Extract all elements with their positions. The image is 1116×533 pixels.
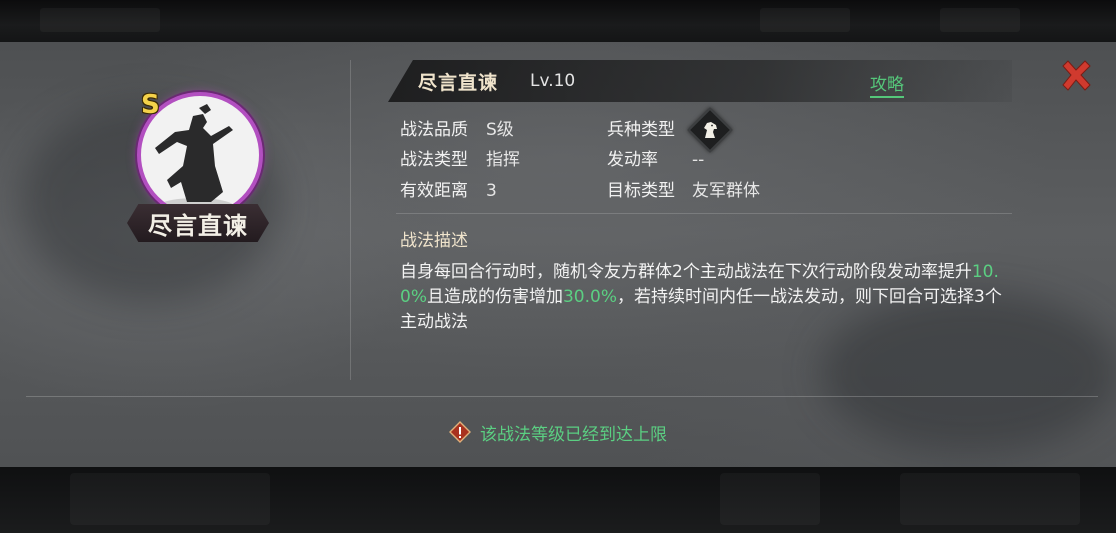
background-ghost-item: [900, 473, 1080, 525]
background-ghost-item: [40, 8, 160, 32]
range-label: 有效距离: [400, 181, 468, 201]
background-bottom-bar: [0, 467, 1116, 533]
type-label: 战法类型: [400, 150, 468, 170]
description-part-1: 自身每回合行动时，随机令友方群体2个主动战法在下次行动阶段发动率提升: [400, 262, 972, 282]
quality-value: S级: [486, 120, 514, 140]
section-divider: [396, 213, 1012, 214]
footer-divider: [26, 396, 1098, 397]
skill-detail-panel: S 尽言直谏 尽言直谏 Lv.10 攻略 战法品质 S级 战法类型 指挥 有效距…: [0, 42, 1116, 467]
close-icon: [1062, 60, 1091, 91]
skill-name-title: 尽言直谏: [418, 72, 499, 94]
background-top-bar: [0, 0, 1116, 42]
background-ghost-item: [70, 473, 270, 525]
strategy-guide-link[interactable]: 攻略: [870, 70, 904, 98]
close-button[interactable]: [1058, 58, 1094, 94]
description-value-2: 30.0%: [562, 287, 617, 307]
skill-level: Lv.10: [530, 71, 576, 91]
level-limit-note: 该战法等级已经到达上限: [448, 419, 667, 445]
troop-type-badge: [687, 107, 733, 153]
troop-type-label: 兵种类型: [607, 120, 675, 140]
background-ghost-item: [940, 8, 1020, 32]
description-part-2: 且造成的伤害增加: [426, 287, 563, 307]
warning-icon: [449, 421, 471, 443]
target-type-label: 目标类型: [607, 181, 675, 201]
level-limit-text: 该战法等级已经到达上限: [480, 424, 667, 445]
type-value: 指挥: [486, 150, 520, 170]
description-text: 自身每回合行动时，随机令友方群体2个主动战法在下次行动阶段发动率提升10.0%且…: [400, 260, 1014, 335]
portrait-name-plate: 尽言直谏: [127, 204, 269, 242]
quality-label: 战法品质: [400, 120, 468, 140]
target-type-value: 友军群体: [692, 181, 760, 201]
trigger-rate-label: 发动率: [607, 150, 658, 170]
skill-portrait: S 尽言直谏: [125, 88, 275, 248]
description-title: 战法描述: [400, 231, 468, 251]
grade-badge: S: [141, 90, 160, 120]
trigger-rate-value: --: [692, 150, 705, 170]
background-ghost-item: [760, 8, 850, 32]
range-value: 3: [486, 181, 497, 201]
background-ghost-item: [720, 473, 820, 525]
portrait-skill-name: 尽言直谏: [148, 210, 248, 240]
vertical-divider: [350, 60, 351, 380]
horse-head-icon: [704, 122, 717, 138]
